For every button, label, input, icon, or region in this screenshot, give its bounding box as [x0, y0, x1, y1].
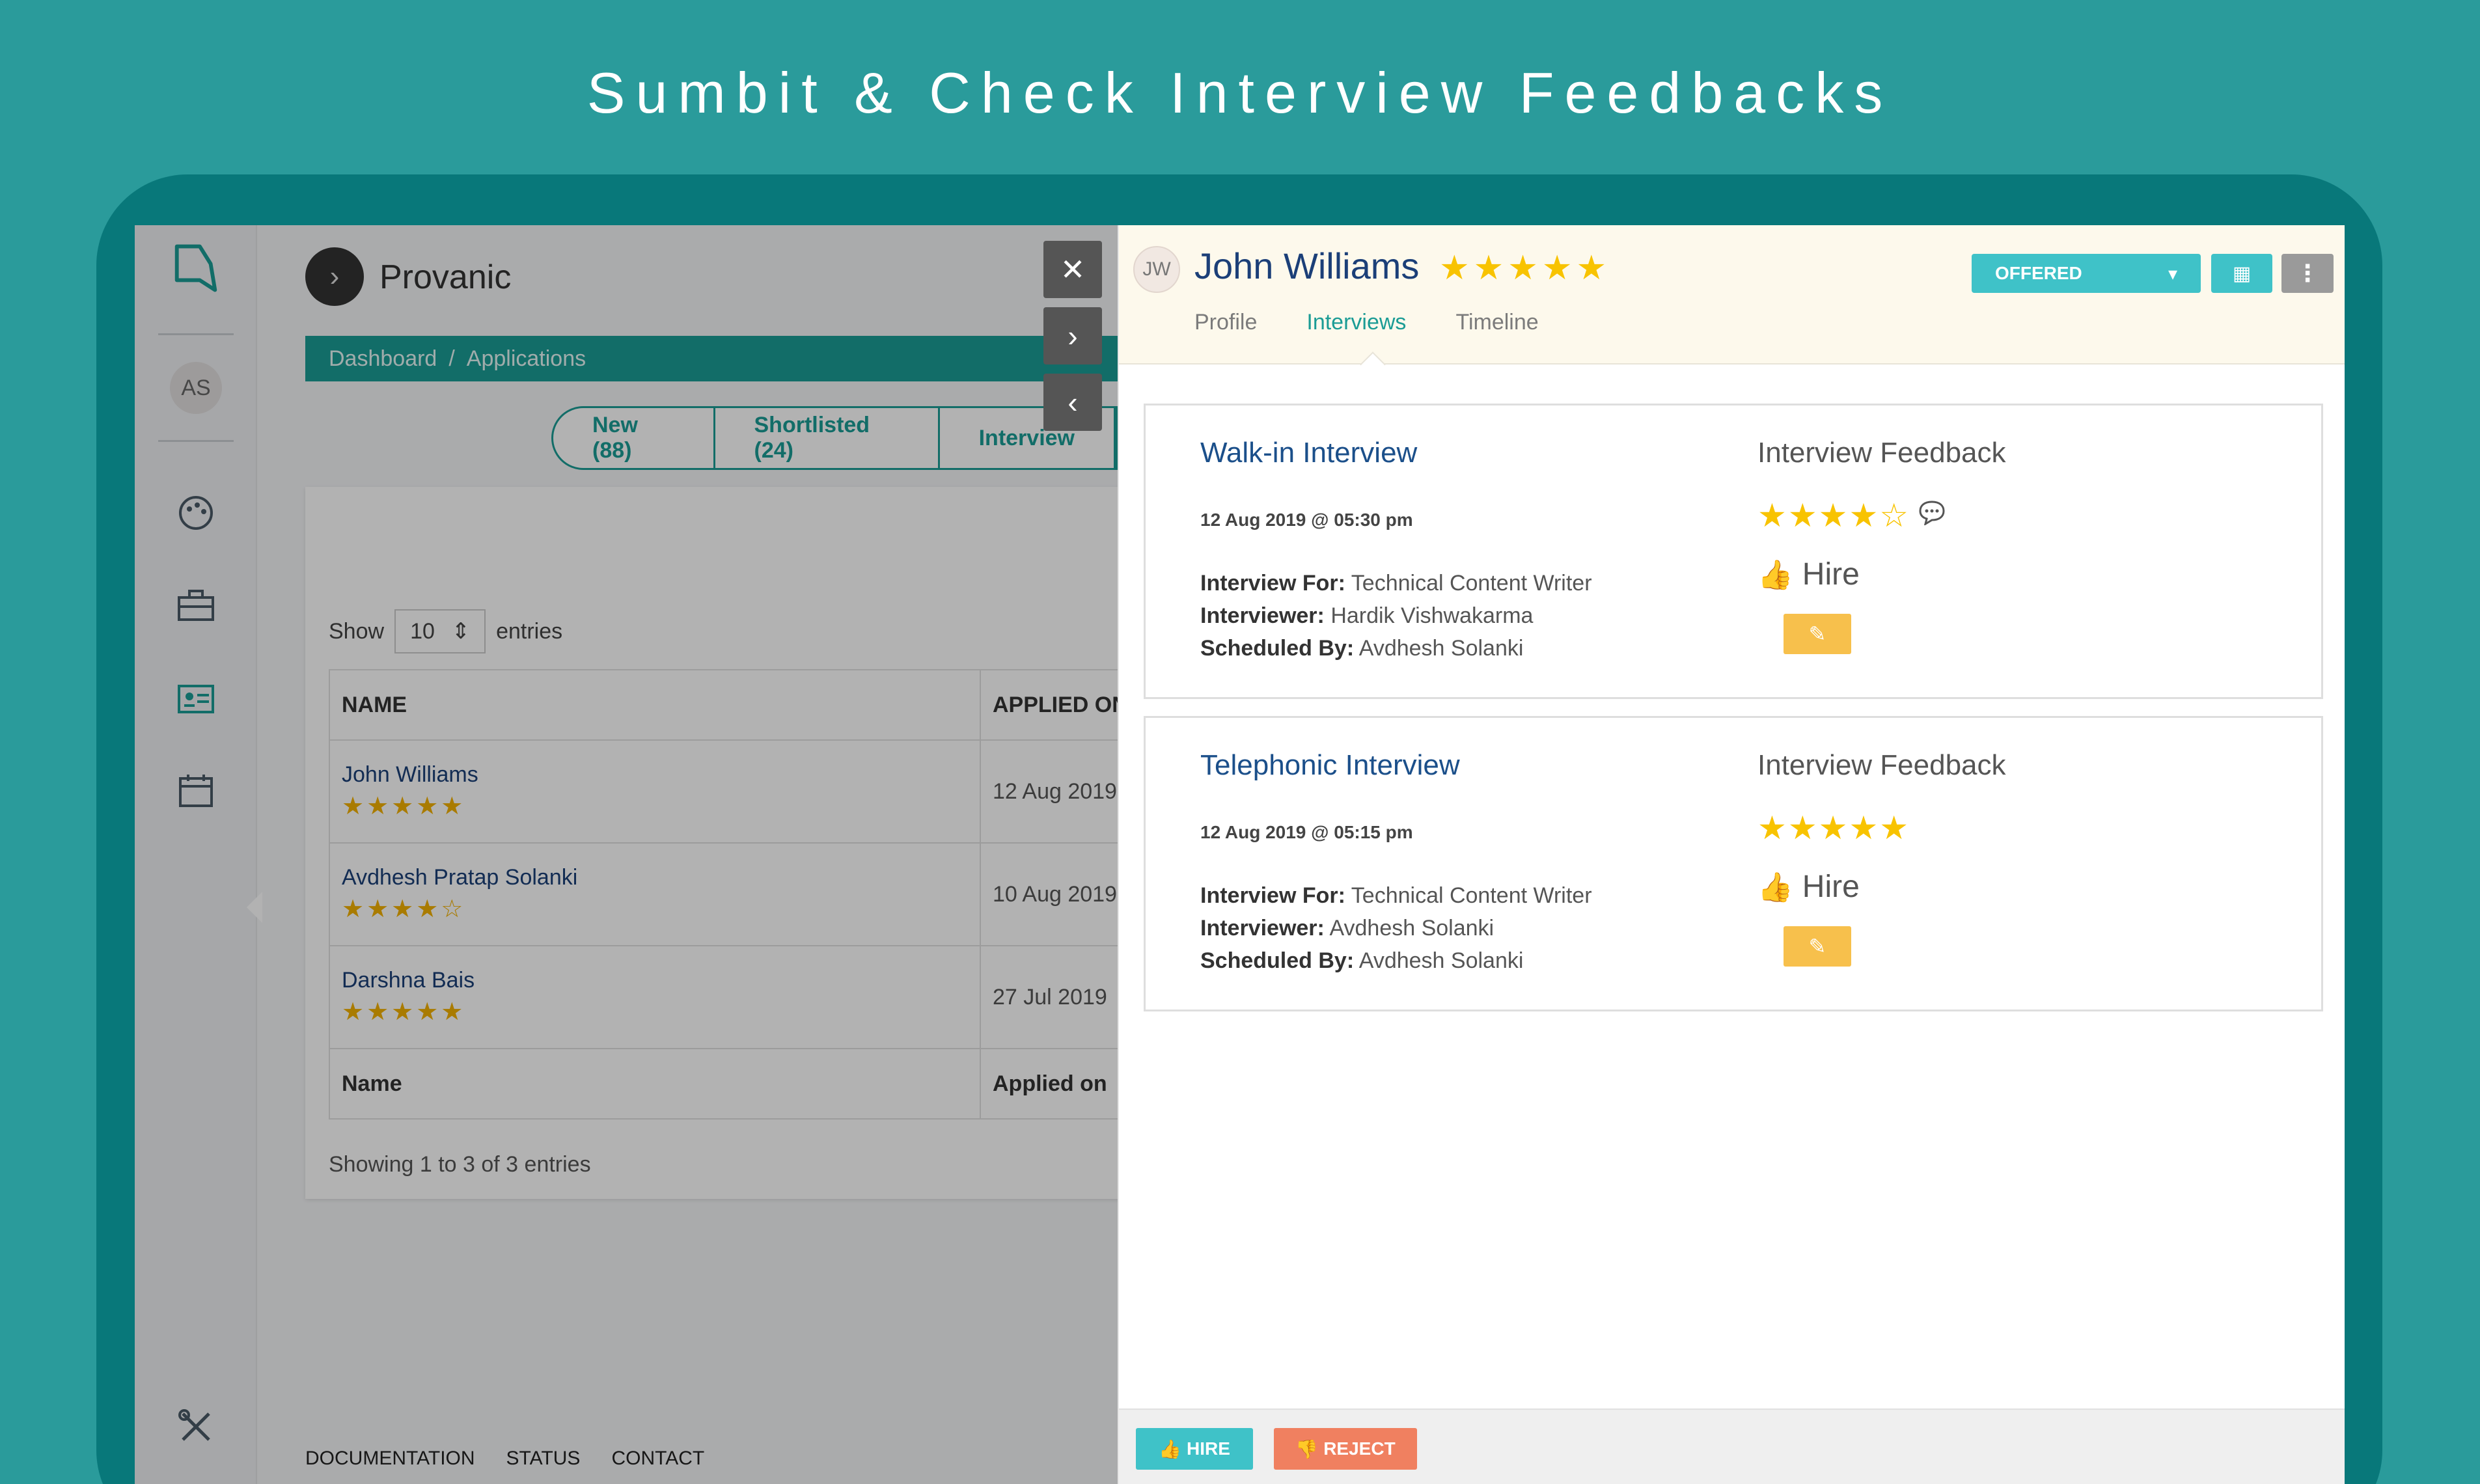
feedback-rating: ★★★★★ — [1757, 809, 1910, 847]
feedback-decision: 👍 Hire — [1757, 869, 1860, 905]
edit-icon: ✎ — [1808, 622, 1826, 646]
interviewer-label: Interviewer: — [1200, 603, 1325, 628]
thumbs-up-icon: 👍 — [1159, 1438, 1181, 1459]
edit-icon: ✎ — [1808, 935, 1826, 958]
comment-icon[interactable] — [1918, 499, 1946, 532]
close-panel-button[interactable]: ✕ — [1043, 241, 1102, 298]
applications-page: AS › Provanic Dashboard / Applications N… — [135, 225, 1142, 1484]
decision-label: Hire — [1802, 870, 1860, 904]
modal-overlay[interactable] — [135, 225, 1118, 1484]
interview-title: Telephonic Interview — [1200, 749, 1460, 781]
chevron-left-icon: ‹ — [1068, 385, 1078, 419]
status-value: OFFERED — [1995, 263, 2082, 283]
previous-candidate-button[interactable]: ‹ — [1043, 374, 1102, 431]
tab-interviews[interactable]: Interviews — [1306, 310, 1406, 335]
candidate-header: JW John Williams ★★★★★ OFFERED ▾ ▦ ⋮ Pro… — [1119, 225, 2345, 364]
interview-card: Telephonic Interview 12 Aug 2019 @ 05:15… — [1144, 716, 2323, 1011]
edit-feedback-button[interactable]: ✎ — [1784, 614, 1851, 654]
interview-datetime: 12 Aug 2019 @ 05:30 pm — [1200, 510, 1413, 530]
interview-for-value: Technical Content Writer — [1351, 883, 1592, 908]
feedback-decision: 👍 Hire — [1757, 556, 1860, 592]
scheduled-by-value: Avdhesh Solanki — [1358, 948, 1524, 973]
tab-profile[interactable]: Profile — [1194, 310, 1257, 335]
candidate-panel: JW John Williams ★★★★★ OFFERED ▾ ▦ ⋮ Pro… — [1118, 225, 2345, 1484]
panel-action-bar: 👍 HIRE 👎 REJECT — [1119, 1408, 2345, 1484]
schedule-button[interactable]: ▦ — [2211, 254, 2272, 293]
interview-for-label: Interview For: — [1200, 883, 1345, 908]
interviewer-label: Interviewer: — [1200, 916, 1325, 941]
interviewer-value: Hardik Vishwakarma — [1330, 603, 1534, 628]
thumbs-down-icon: 👎 — [1295, 1438, 1319, 1459]
calendar-icon: ▦ — [2232, 262, 2252, 284]
caret-down-icon: ▾ — [2168, 263, 2177, 284]
candidate-name: John Williams — [1194, 245, 1420, 286]
feedback-rating: ★★★★☆ — [1757, 497, 1946, 534]
close-icon: ✕ — [1060, 253, 1086, 286]
feedback-title: Interview Feedback — [1757, 749, 2006, 781]
scheduled-by-label: Scheduled By: — [1200, 636, 1355, 661]
interview-card: Walk-in Interview 12 Aug 2019 @ 05:30 pm… — [1144, 404, 2323, 699]
interview-details: Interview For: Technical Content Writer … — [1200, 567, 1592, 665]
candidate-avatar: JW — [1133, 246, 1180, 293]
interviewer-value: Avdhesh Solanki — [1329, 916, 1495, 941]
interview-for-label: Interview For: — [1200, 571, 1345, 596]
reject-label: REJECT — [1323, 1438, 1396, 1459]
interview-for-value: Technical Content Writer — [1351, 571, 1592, 596]
feedback-title: Interview Feedback — [1757, 437, 2006, 469]
hire-label: HIRE — [1186, 1438, 1230, 1459]
candidate-tabs: Profile Interviews Timeline — [1194, 310, 1539, 335]
interview-title: Walk-in Interview — [1200, 437, 1418, 469]
hire-button[interactable]: 👍 HIRE — [1136, 1428, 1253, 1470]
next-candidate-button[interactable]: › — [1043, 307, 1102, 364]
feedback-rating-stars: ★★★★★ — [1757, 810, 1910, 846]
scheduled-by-label: Scheduled By: — [1200, 948, 1355, 973]
chevron-right-icon: › — [1068, 319, 1078, 353]
tab-timeline[interactable]: Timeline — [1455, 310, 1538, 335]
status-dropdown[interactable]: OFFERED ▾ — [1972, 254, 2201, 293]
edit-feedback-button[interactable]: ✎ — [1784, 926, 1851, 967]
thumbs-up-icon: 👍 — [1757, 871, 1793, 903]
candidate-rating-stars[interactable]: ★★★★★ — [1439, 249, 1610, 288]
interview-datetime: 12 Aug 2019 @ 05:15 pm — [1200, 822, 1413, 842]
decision-label: Hire — [1802, 557, 1860, 592]
app-screen: AS › Provanic Dashboard / Applications N… — [135, 225, 2345, 1484]
page-banner-title: Sumbit & Check Interview Feedbacks — [586, 61, 1894, 125]
reject-button[interactable]: 👎 REJECT — [1274, 1428, 1417, 1470]
thumbs-up-icon: 👍 — [1757, 558, 1793, 591]
scheduled-by-value: Avdhesh Solanki — [1358, 636, 1524, 661]
interview-details: Interview For: Technical Content Writer … — [1200, 879, 1592, 977]
vertical-dots-icon: ⋮ — [2296, 260, 2319, 286]
feedback-rating-stars: ★★★★☆ — [1757, 497, 1910, 534]
more-options-button[interactable]: ⋮ — [2281, 254, 2334, 293]
